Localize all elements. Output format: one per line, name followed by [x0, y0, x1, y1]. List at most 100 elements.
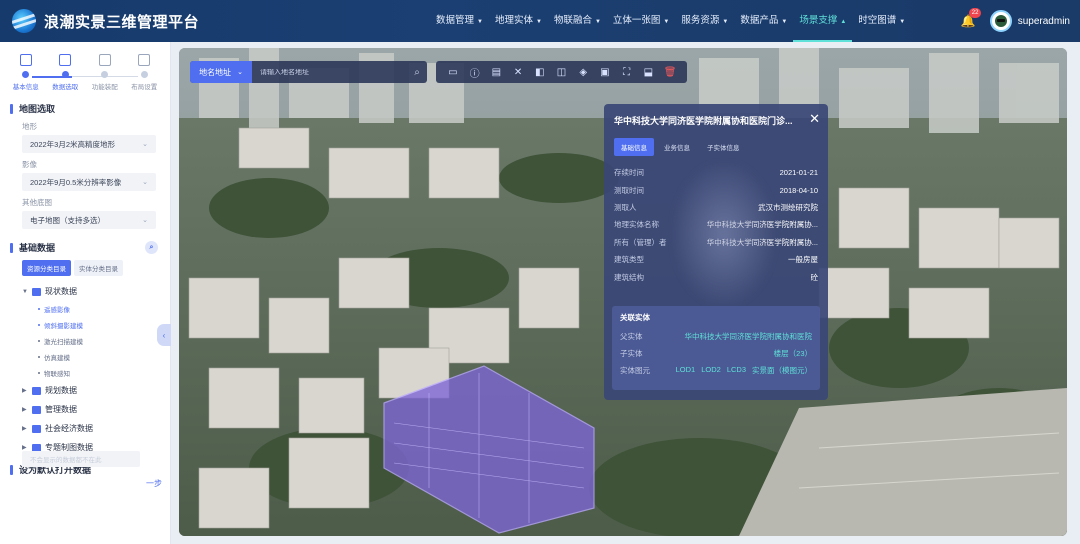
info-row: 测取人 武汉市测绘研究院: [614, 202, 818, 212]
parent-entity-row: 父实体 华中科技大学同济医学院附属协和医院: [620, 331, 813, 342]
step-basic-info[interactable]: 基本信息: [7, 54, 45, 96]
compare-icon[interactable]: ◫: [554, 65, 568, 79]
chevron-down-icon: ▼: [722, 19, 729, 25]
tree-subitem-laser-scan[interactable]: 激光扫描建模: [22, 333, 170, 349]
nav-item-3d-map[interactable]: 立体一张图 ▼: [607, 0, 675, 42]
default-data-field[interactable]: 不会显示的数据都不在此: [22, 451, 140, 467]
nav-item-spatiotemporal-graph[interactable]: 时空图谱 ▼: [852, 0, 911, 42]
step-dot: [22, 71, 30, 78]
nav-item-iot[interactable]: 物联融合 ▼: [548, 0, 607, 42]
address-type-dropdown[interactable]: 地名地址 ⌄: [190, 61, 252, 83]
folder-icon: [32, 287, 41, 296]
chevron-down-icon: ▼: [781, 19, 788, 25]
step-data-selection[interactable]: 数据选取: [46, 54, 84, 96]
nav-item-geo-entity[interactable]: 地理实体 ▼: [489, 0, 548, 42]
layout-icon: [138, 54, 151, 66]
app-logo[interactable]: 浪潮实景三维管理平台: [0, 9, 430, 33]
next-step-link[interactable]: 一步: [146, 478, 162, 489]
tab-business-info[interactable]: 业务信息: [657, 138, 697, 156]
section-marker: [10, 464, 13, 475]
wizard-steps: 基本信息 数据选取 功能装配 布局设置: [0, 42, 170, 96]
main-nav: 数据管理 ▼ 地理实体 ▼ 物联融合 ▼ 立体一张图 ▼ 服务资源 ▼ 数据产品 ▼ 场景支…: [430, 0, 911, 42]
step-label: 功能装配: [91, 84, 118, 91]
ruler-icon[interactable]: ▤: [489, 65, 503, 79]
tree-item-status-data[interactable]: ▼ 现状数据: [22, 282, 170, 301]
tab-basic-info[interactable]: 基础信息: [614, 138, 654, 156]
tree-item-socioeconomic[interactable]: ▶ 社会经济数据: [22, 419, 170, 438]
child-entity-row: 子实体 楼层（23）: [620, 348, 812, 359]
element-chip-lod2[interactable]: LOD2: [701, 365, 721, 376]
step-function-assembly[interactable]: 功能装配: [86, 54, 124, 96]
info-row: 建筑结构砼: [614, 272, 818, 282]
chevron-down-icon: ⌄: [237, 69, 243, 76]
split-icon[interactable]: ◧: [533, 65, 547, 79]
element-chip-lod1[interactable]: LOD1: [676, 365, 696, 376]
nav-item-scene-support[interactable]: 场景支撑 ▲: [793, 0, 853, 42]
caret-down-icon: ▼: [22, 288, 28, 295]
logo-icon: [12, 9, 36, 33]
trash-icon[interactable]: 🗑: [663, 65, 677, 79]
info-row: 存续时间 2021-01-21: [614, 168, 818, 178]
step-label: 数据选取: [52, 84, 79, 91]
folder-icon: [32, 386, 41, 395]
chat-bubble-icon: [10, 512, 42, 535]
info-row: 建筑类型 一般房屋: [614, 255, 818, 265]
export-icon[interactable]: ⬓: [641, 65, 655, 79]
tab-entity-catalog[interactable]: 实体分类目录: [74, 260, 123, 276]
document-icon: [19, 54, 32, 66]
modules-icon: [98, 54, 111, 66]
step-layout-settings[interactable]: 布局设置: [125, 54, 163, 96]
bullet-icon: [38, 356, 40, 358]
print-icon[interactable]: ▣: [598, 65, 612, 79]
app-title: 浪潮实景三维管理平台: [44, 13, 200, 31]
3d-map-view[interactable]: 地名地址⌄ ⌕ ▭ ⓘ ▤ ✕ ◧ ◫ ◈ ▣ ⛶ ⬓ 🗑 华中科技大学同济医学…: [179, 48, 1067, 536]
fullscreen-icon[interactable]: ⛶: [620, 65, 634, 79]
tree-subitem-simulation[interactable]: 仿真建模: [22, 349, 170, 365]
tab-sub-entity-info[interactable]: 子实体信息: [700, 138, 747, 156]
tree-item-planning[interactable]: ▶ 规划数据: [22, 381, 170, 400]
chevron-down-icon: ▼: [477, 19, 483, 25]
tab-resource-catalog[interactable]: 资源分类目录: [22, 260, 71, 276]
search-icon[interactable]: ⌕: [407, 67, 427, 78]
chevron-down-icon: ▼: [535, 19, 542, 25]
collapse-sidebar-button[interactable]: ‹: [157, 324, 171, 346]
nav-item-service-resources[interactable]: 服务资源 ▼: [675, 0, 734, 42]
nav-item-data-products[interactable]: 数据产品 ▼: [734, 0, 793, 42]
avatar[interactable]: [989, 10, 1012, 32]
tree-subitem-iot[interactable]: 物联感知: [22, 365, 170, 381]
imagery-select[interactable]: 2022年9月0.5米分辨率影像 ⌄: [22, 173, 156, 191]
user-face-icon: [994, 15, 1007, 27]
map-toolbar: ▭ ⓘ ▤ ✕ ◧ ◫ ◈ ▣ ⛶ ⬓ 🗑: [436, 61, 687, 83]
terrain-select[interactable]: 2022年3月2米高精度地形 ⌄: [22, 135, 156, 153]
element-chip-lcd3[interactable]: LCD3: [727, 365, 746, 376]
username[interactable]: superadmin: [1018, 16, 1070, 27]
popup-tabs: 基础信息 业务信息 子实体信息: [614, 138, 818, 156]
related-entities-panel: 关联实体 父实体 华中科技大学同济医学院附属协和医院 子实体 楼层（23） 实体图元…: [612, 306, 820, 390]
tool-icon[interactable]: ✕: [511, 65, 525, 79]
tree-item-management[interactable]: ▶ 管理数据: [22, 400, 170, 419]
child-entity-link[interactable]: 楼层（23）: [668, 348, 812, 359]
tree-subitem-oblique-photo[interactable]: 倾斜摄影建模: [22, 317, 170, 333]
chevron-down-icon: ⌄: [142, 217, 148, 224]
chevron-down-icon: ▼: [899, 19, 906, 25]
section-marker: [10, 103, 13, 114]
layers-icon[interactable]: ◈: [576, 65, 590, 79]
parent-entity-link[interactable]: 华中科技大学同济医学院附属协和医院: [668, 331, 813, 342]
imagery-label: 影像: [22, 160, 37, 169]
element-chip-surface[interactable]: 实景面（模图元）: [752, 365, 812, 376]
info-list: 存续时间 2021-01-21 测取时间 2018-04-10 测取人 武汉市测绘研究…: [614, 164, 818, 286]
search-icon[interactable]: ⌕: [145, 241, 158, 254]
close-icon[interactable]: ✕: [809, 111, 820, 127]
info-icon[interactable]: ⓘ: [468, 65, 482, 80]
address-search-input[interactable]: [252, 68, 407, 76]
related-title: 关联实体: [620, 313, 650, 322]
bell-icon[interactable]: 🔔 22: [961, 8, 982, 28]
basemap-select[interactable]: 电子地图（支持多选） ⌄: [22, 211, 156, 229]
section-map-selection: 地图选取: [0, 96, 170, 115]
screen-icon[interactable]: ▭: [446, 65, 460, 79]
nav-item-data-management[interactable]: 数据管理 ▼: [430, 0, 489, 42]
tree-subitem-remote-sensing[interactable]: 遥感影像: [22, 301, 170, 317]
bullet-icon: [38, 372, 40, 374]
section-basic-data: 基础数据 ⌕: [0, 235, 170, 254]
bullet-icon: [38, 308, 40, 310]
